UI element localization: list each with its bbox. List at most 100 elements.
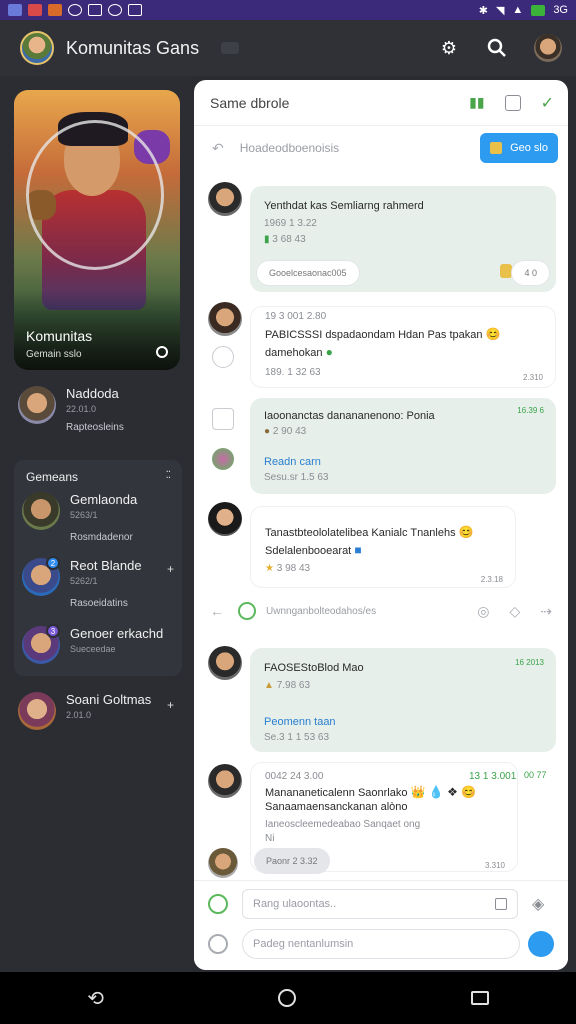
app-notification-icon: [28, 4, 42, 16]
message-text: Yenthdat kas Semliarng rahmerd: [264, 200, 424, 212]
app-notification-icon: [88, 4, 102, 16]
wifi-icon: ◥: [495, 4, 505, 17]
message-meta: ▲ 7.98 63: [264, 680, 311, 691]
member-name: Reot Blande: [70, 558, 142, 573]
share-icon[interactable]: ⇢: [540, 603, 552, 620]
message-link[interactable]: Readn carn: [264, 456, 321, 468]
message-text-value: Tanastbteololatelibea Kanialc Tnanlehs: [265, 527, 456, 539]
member-name: Gemlaonda: [70, 492, 138, 507]
message-sub: Sesu.sr 1.5 63: [264, 472, 329, 483]
member-status: Rosmdadenor: [70, 532, 133, 543]
signal-icon: ▲: [512, 4, 524, 16]
comment-input-placeholder: Padeg nentanlumsin: [253, 938, 354, 950]
app-notification-icon: [128, 4, 142, 16]
check-icon[interactable]: ✓: [541, 93, 554, 113]
message-avatar[interactable]: [208, 646, 242, 680]
app-notification-icon: [48, 4, 62, 16]
list-item[interactable]: Gemlaonda 5263/1 Rosmdadenor: [22, 492, 137, 543]
message-meta-value: 3 68 43: [272, 234, 306, 245]
bluetooth-icon: ✱: [478, 4, 488, 17]
join-button[interactable]: Geo slo: [480, 133, 558, 163]
message-input-placeholder: Rang ulaoontas..: [253, 898, 337, 910]
home-icon[interactable]: [278, 989, 297, 1007]
message-sub: 189. 1 32 63: [265, 367, 321, 378]
message-text-value: Sdelalenbooearat: [265, 545, 352, 557]
reply-pill[interactable]: Paonr 2 3.32: [254, 848, 330, 874]
list-item[interactable]: 3 Genoer erkachd Sueceedae: [22, 624, 163, 664]
message-avatar[interactable]: [208, 848, 238, 878]
user-name: Naddoda: [66, 386, 119, 401]
member-meta: 2.01.0: [66, 710, 92, 720]
member-avatar: [22, 492, 60, 530]
thread-divider: ← Uwnnganbolteodahos/es ◎ ◇ ⇢: [194, 596, 568, 626]
settings-gear-icon[interactable]: ⚙: [438, 37, 460, 59]
group-list: Gemeans ⁚⁚ Gemlaonda 5263/1 Rosmdadenor …: [14, 460, 182, 676]
member-meta: 5263/1: [70, 510, 98, 520]
message-meta: 19 3 001 2.80: [265, 311, 327, 322]
message-meta: ★ 3 98 43: [265, 563, 311, 574]
back-arrow-icon[interactable]: ←: [210, 603, 224, 619]
unread-badge: 2: [46, 556, 60, 570]
comment-input[interactable]: Padeg nentanlumsin: [242, 929, 520, 959]
message-avatar[interactable]: [208, 764, 242, 798]
system-nav-bar: ⟲: [0, 972, 576, 1024]
divider-text: Uwnnganbolteodahos/es: [266, 605, 377, 617]
message-text-value: PABICSSSI dspadaondam Hdan Pas tpakan: [265, 329, 483, 341]
sidebar-extra-item[interactable]: Soani Goltmas 2.01.0: [18, 692, 151, 730]
back-icon[interactable]: ⟲: [87, 986, 104, 1011]
message-meta: 1969 1 3.22: [264, 218, 317, 229]
attach-box-icon[interactable]: [495, 898, 507, 910]
signal-bars-icon[interactable]: ▮▮: [469, 94, 484, 111]
recents-icon[interactable]: [470, 991, 489, 1005]
status-icon[interactable]: [208, 894, 228, 914]
message-text: Sdelalenbooearat ■: [265, 543, 362, 557]
panel-title: Same dbrole: [210, 94, 290, 111]
add-icon[interactable]: +: [167, 562, 174, 576]
reply-pill[interactable]: Gooelcesaonac005: [256, 260, 360, 286]
network-type: 3G: [553, 4, 568, 16]
message-text: damehokan ●: [265, 345, 333, 359]
message-avatar[interactable]: [208, 502, 242, 536]
message-avatar[interactable]: [212, 448, 234, 470]
sticker-icon[interactable]: ◈: [532, 894, 544, 914]
join-button-label: Geo slo: [510, 142, 548, 154]
message-bubble: FAOSEStoBlod Mao 16 2013 ▲ 7.98 63 Peome…: [250, 648, 556, 752]
message-avatar[interactable]: [208, 182, 242, 216]
bookmark-icon[interactable]: [212, 408, 234, 430]
message-composer: Rang ulaoontas.. ◈ Padeg nentanlumsin: [194, 880, 568, 970]
message-text: Manananeticalenn Saonrlako 👑 💧 ❖ 😊: [265, 785, 477, 799]
profile-avatar[interactable]: [534, 34, 562, 62]
badge-icon: [490, 142, 503, 154]
message-input[interactable]: Rang ulaoontas..: [242, 889, 518, 919]
reaction-chip[interactable]: 4 0: [511, 260, 550, 286]
message-bubble: Yenthdat kas Semliarng rahmerd 1969 1 3.…: [250, 186, 556, 292]
message-text: FAOSEStoBlod Mao: [264, 662, 364, 674]
message-meta-value: 2 90 43: [272, 426, 307, 437]
group-grid-icon[interactable]: ⁚⁚: [166, 470, 171, 481]
community-hero-card[interactable]: Komunitas Gemain sslo: [14, 90, 180, 370]
search-icon[interactable]: [486, 37, 508, 59]
app-notification-icon: [68, 4, 82, 16]
user-meta: 22.01.0: [66, 404, 97, 414]
message-avatar[interactable]: [208, 302, 242, 336]
back-arrow-icon[interactable]: ↶: [212, 140, 224, 157]
sidebar: Komunitas Gemain sslo Naddoda 22.01.0 Ra…: [0, 78, 192, 972]
add-icon[interactable]: +: [167, 698, 174, 712]
member-meta: Sueceedae: [70, 644, 116, 654]
window-icon[interactable]: [504, 94, 521, 111]
battery-icon: [531, 4, 546, 16]
app-title: Komunitas Gans: [66, 37, 200, 58]
emoji-icon[interactable]: [212, 346, 234, 368]
camera-icon[interactable]: ◎: [477, 603, 489, 620]
message-text: Sanaamaensanckanan alòno: [265, 801, 408, 813]
emoji-icon[interactable]: [208, 934, 228, 954]
message-meta: 13 1 3.001: [469, 771, 517, 782]
sidebar-user[interactable]: Naddoda 22.01.0 Rapteosleins: [18, 386, 124, 433]
message-bubble: 19 3 001 2.80 PABICSSSI dspadaondam Hdan…: [250, 306, 556, 388]
tag-icon[interactable]: ◇: [509, 603, 520, 620]
list-item[interactable]: 2 Reot Blande 5262/1 Rasoeidatins: [22, 556, 142, 609]
send-button[interactable]: [528, 931, 554, 957]
message-bubble: Tanastbteololatelibea Kanialc Tnanlehs 😊…: [250, 506, 516, 588]
community-avatar[interactable]: [20, 31, 54, 65]
message-link[interactable]: Peomenn taan: [264, 716, 336, 728]
